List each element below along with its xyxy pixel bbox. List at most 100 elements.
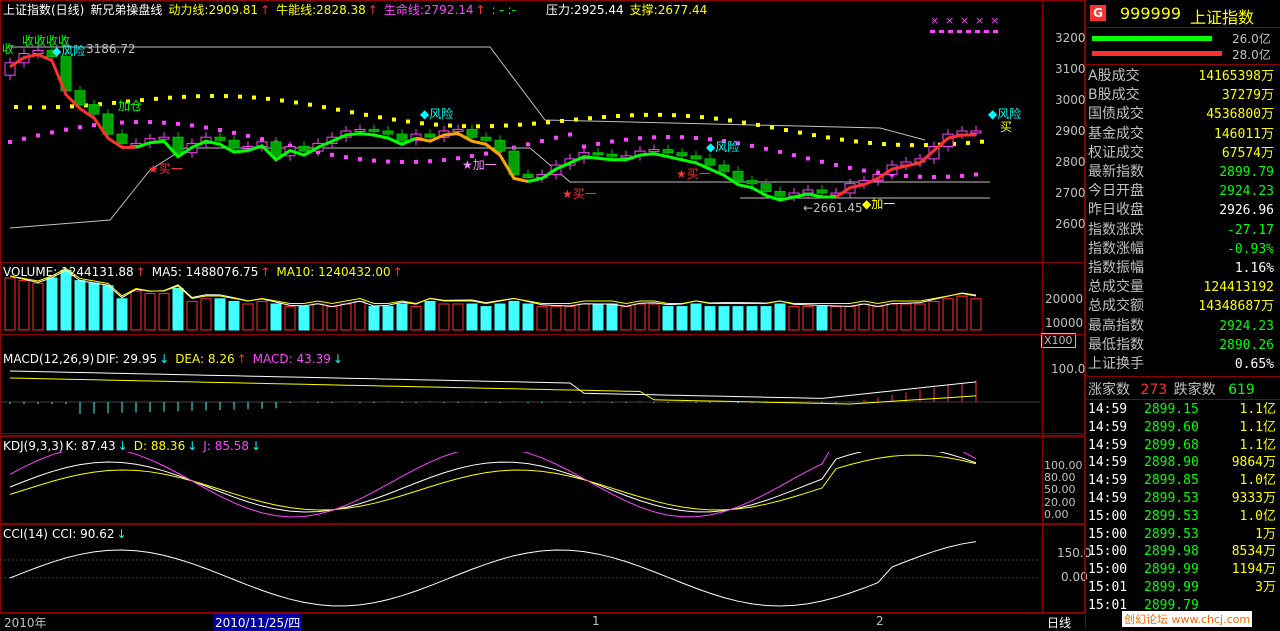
- tick-price: 2899.53: [1144, 491, 1199, 506]
- macd-value: 43.39: [296, 352, 331, 366]
- volume-bar: [186, 300, 198, 331]
- bull-dot: [490, 124, 494, 129]
- life-dot: [218, 128, 222, 133]
- dash-marker: [939, 30, 944, 33]
- stat-value: 2924.23: [1219, 318, 1274, 334]
- stat-value: 14165398万: [1198, 69, 1274, 84]
- stat-value: 4536800万: [1206, 107, 1274, 123]
- candle-body: [522, 173, 534, 178]
- stat-value: 2926.96: [1219, 203, 1274, 219]
- bull-dot: [980, 139, 984, 144]
- volume-bar: [88, 282, 100, 331]
- dash-marker: [957, 30, 962, 33]
- volume-bar: [886, 303, 898, 331]
- star-marker: ×: [930, 14, 939, 27]
- tick-row[interactable]: 14:59 2899.85 1.0亿: [1088, 472, 1278, 490]
- volume-bar: [592, 303, 604, 331]
- down-arrow-icon: ↓: [116, 527, 127, 541]
- tick-row[interactable]: 15:01 2899.99 3万: [1088, 579, 1278, 597]
- price-tick: 2900: [1055, 124, 1086, 138]
- dea-value: 8.26: [207, 352, 235, 366]
- volume-bar: [396, 303, 408, 331]
- stat-label: 最低指数: [1088, 336, 1144, 353]
- dea-label: DEA:: [175, 352, 205, 366]
- date-axis[interactable]: 2010年 2010/11/25/四 1 2 日线: [0, 613, 1085, 631]
- life-dot: [624, 137, 628, 142]
- life-dot: [596, 141, 600, 146]
- volume-chart[interactable]: [0, 263, 1040, 333]
- stat-row: 基金成交 146011万: [1088, 125, 1276, 144]
- tick-row[interactable]: 15:00 2899.98 8534万: [1088, 543, 1278, 561]
- signal-buy: ★买一: [562, 187, 597, 201]
- tick-volume: 1.1亿: [1239, 437, 1276, 453]
- signal-risk: ◆风险: [706, 140, 740, 154]
- life-dot: [414, 159, 418, 164]
- macd-chart[interactable]: [0, 366, 1040, 434]
- life-dot: [148, 120, 152, 125]
- volume-bar: [956, 295, 968, 331]
- volume-bar: [60, 269, 72, 331]
- bull-dot: [826, 135, 830, 140]
- candle-body: [172, 136, 184, 154]
- volume-bar: [550, 306, 562, 331]
- tick-row[interactable]: 14:59 2898.90 9864万: [1088, 454, 1278, 472]
- bull-dot: [616, 114, 620, 119]
- tick-price: 2899.68: [1144, 437, 1199, 453]
- tick-row[interactable]: 14:59 2899.68 1.1亿: [1088, 437, 1278, 455]
- bull-dot: [266, 96, 270, 101]
- tick-row[interactable]: 14:59 2899.53 9333万: [1088, 490, 1278, 508]
- tick-time: 14:59: [1088, 455, 1128, 471]
- macd-tick: 100.0: [1051, 362, 1086, 376]
- volume-bar: [298, 306, 310, 331]
- bull-dot: [798, 130, 802, 135]
- bull-dot: [672, 113, 676, 118]
- volume-bar: [228, 300, 240, 331]
- tick-row[interactable]: 15:00 2899.53 1万: [1088, 526, 1278, 544]
- life-dot: [246, 133, 250, 138]
- candle-body: [368, 128, 380, 132]
- life-dot: [400, 159, 404, 164]
- star-marker: ×: [990, 14, 999, 27]
- chart-area[interactable]: 上证指数(日线) 新兄弟操盘线 动力线:2909.81 ↑ 牛能线:2828.38 ↑ 生命…: [0, 0, 1091, 631]
- stat-row: B股成交 37279万: [1088, 86, 1276, 105]
- tick-time: 15:00: [1088, 508, 1128, 524]
- tick-row[interactable]: 14:59 2899.60 1.1亿: [1088, 419, 1278, 437]
- volume-bar: [606, 303, 618, 331]
- candlestick-chart[interactable]: × × × × ×: [0, 0, 1040, 262]
- tick-row[interactable]: 14:59 2899.15 1.1亿: [1088, 401, 1278, 419]
- signal-shou: 收: [2, 42, 15, 56]
- stat-row: 上证换手 0.65%: [1088, 355, 1276, 374]
- bull-dot: [322, 105, 326, 110]
- life-dot: [176, 121, 180, 126]
- cci-line: [9, 541, 977, 607]
- volume-bar: [578, 303, 590, 331]
- stat-row: 昨日收盘 2926.96: [1088, 201, 1276, 220]
- dash-marker: [948, 30, 953, 33]
- volume-bar: [284, 306, 296, 331]
- low-value-label: ←2661.45: [803, 201, 863, 215]
- tick-time: 15:01: [1088, 580, 1128, 595]
- volume-bar: [452, 303, 464, 331]
- stat-label: 指数涨跌: [1088, 221, 1144, 238]
- period-button[interactable]: 日线: [1047, 614, 1071, 631]
- cci-chart[interactable]: [0, 540, 1040, 612]
- bull-dot: [658, 112, 662, 117]
- stat-label: 最新指数: [1088, 164, 1144, 180]
- tick-price: 2899.85: [1144, 473, 1199, 489]
- candle-body: [676, 152, 688, 157]
- kdj-chart[interactable]: [0, 452, 1040, 522]
- tick-row[interactable]: 15:00 2899.53 1.0亿: [1088, 508, 1278, 526]
- bull-dot: [56, 105, 60, 110]
- logo-icon: G: [1090, 5, 1106, 21]
- life-dot: [134, 120, 138, 125]
- volume-bar: [788, 306, 800, 331]
- tick-volume: 1.0亿: [1239, 473, 1276, 489]
- tick-row[interactable]: 15:00 2899.99 1194万: [1088, 561, 1278, 579]
- volume-bar: [466, 303, 478, 331]
- life-dot: [456, 156, 460, 161]
- volume-bar: [564, 306, 576, 331]
- volume-bar: [18, 280, 30, 331]
- life-dot: [932, 174, 936, 179]
- life-dot: [946, 174, 950, 179]
- candle-body: [732, 170, 744, 182]
